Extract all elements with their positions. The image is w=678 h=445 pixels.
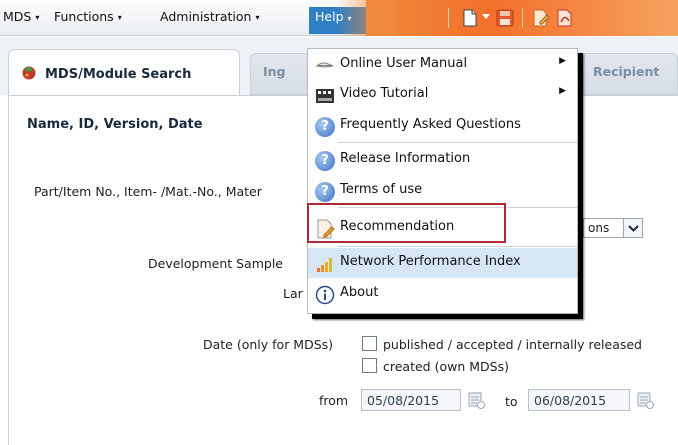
development-sample-label: Development Sample (148, 256, 283, 271)
chevron-down-icon[interactable] (482, 14, 490, 20)
module-icon (22, 66, 36, 80)
to-date-input[interactable]: 06/08/2015 (528, 389, 630, 411)
menu-item-label: Release Information (340, 151, 471, 166)
toolbar-separator (448, 8, 449, 28)
menu-item-label: Frequently Asked Questions (340, 117, 521, 132)
menu-item-online-user-manual[interactable]: Online User Manual ▶ (308, 50, 577, 80)
menu-item-label: Terms of use (340, 182, 423, 197)
recommendation-highlight-box (307, 203, 506, 243)
tab-ing[interactable]: Ing (250, 53, 310, 95)
menu-separator (338, 246, 577, 247)
tab-label: Ing (263, 64, 286, 79)
section-title: Name, ID, Version, Date (27, 117, 203, 132)
menu-item-terms-of-use[interactable]: ? Terms of use (308, 176, 577, 206)
tab-recipient[interactable]: Recipient (578, 53, 678, 95)
pdf-icon[interactable] (556, 9, 574, 27)
help-menu-dropdown: Online User Manual ▶ Video Tutorial ▶ ? … (307, 48, 578, 314)
options-select[interactable]: ons (583, 218, 643, 238)
book-icon (315, 62, 334, 68)
chevron-down-icon[interactable] (623, 219, 642, 237)
tab-mds-module-search[interactable]: MDS/Module Search (8, 49, 240, 95)
toolbar (336, 0, 678, 36)
toolbar-separator (522, 8, 523, 28)
menu-functions-label: Functions (54, 9, 114, 24)
published-option-label: published / accepted / internally releas… (383, 337, 642, 352)
question-icon: ? (315, 182, 335, 202)
menu-item-faq[interactable]: ? Frequently Asked Questions (308, 111, 577, 141)
new-document-icon[interactable] (462, 9, 478, 27)
chevron-right-icon: ▶ (559, 56, 566, 66)
created-checkbox[interactable] (362, 358, 377, 373)
published-checkbox[interactable] (362, 336, 377, 351)
options-select-value: ons (588, 221, 610, 235)
chevron-right-icon: ▶ (559, 86, 566, 96)
menu-mds-label: MDS (3, 9, 32, 24)
menu-item-label: About (340, 285, 379, 300)
menu-item-video-tutorial[interactable]: Video Tutorial ▶ (308, 80, 577, 110)
calendar-icon[interactable] (468, 390, 486, 410)
menu-item-release-information[interactable]: ? Release Information (308, 145, 577, 175)
from-date-input[interactable]: 05/08/2015 (361, 389, 461, 411)
menu-item-label: Online User Manual (340, 56, 468, 71)
menu-separator (338, 142, 577, 143)
menu-item-label: Video Tutorial (340, 86, 429, 101)
info-icon (315, 285, 335, 305)
calendar-icon[interactable] (637, 390, 655, 410)
menu-item-label: Network Performance Index (340, 254, 521, 269)
menu-item-about[interactable]: About (308, 279, 577, 309)
chevron-down-icon: ▾ (35, 13, 40, 22)
chevron-down-icon: ▾ (117, 13, 122, 22)
menu-mds[interactable]: MDS ▾ (3, 9, 39, 24)
menu-administration-label: Administration (160, 9, 252, 24)
tab-label: Recipient (593, 64, 660, 79)
question-icon: ? (315, 117, 335, 137)
menu-administration[interactable]: Administration ▾ (160, 9, 259, 24)
edit-document-icon[interactable] (532, 9, 550, 27)
to-label: to (505, 394, 518, 409)
part-number-label: Part/Item No., Item- /Mat.-No., Mater (34, 184, 262, 199)
menu-bar: MDS▾ Functions▾ Administration▾ Help▾ (0, 0, 678, 36)
date-label: Date (only for MDSs) (203, 337, 334, 352)
chevron-down-icon: ▾ (255, 13, 260, 22)
save-icon[interactable] (496, 9, 514, 27)
question-icon: ? (315, 151, 335, 171)
from-label: from (319, 393, 349, 408)
tab-label: MDS/Module Search (45, 67, 192, 82)
signal-bars-icon (317, 258, 332, 272)
created-option-label: created (own MDSs) (383, 359, 509, 374)
menu-functions[interactable]: Functions ▾ (54, 9, 122, 24)
film-icon (316, 89, 334, 103)
language-label: Lar (283, 286, 303, 301)
menu-item-network-performance-index[interactable]: Network Performance Index (308, 248, 577, 278)
